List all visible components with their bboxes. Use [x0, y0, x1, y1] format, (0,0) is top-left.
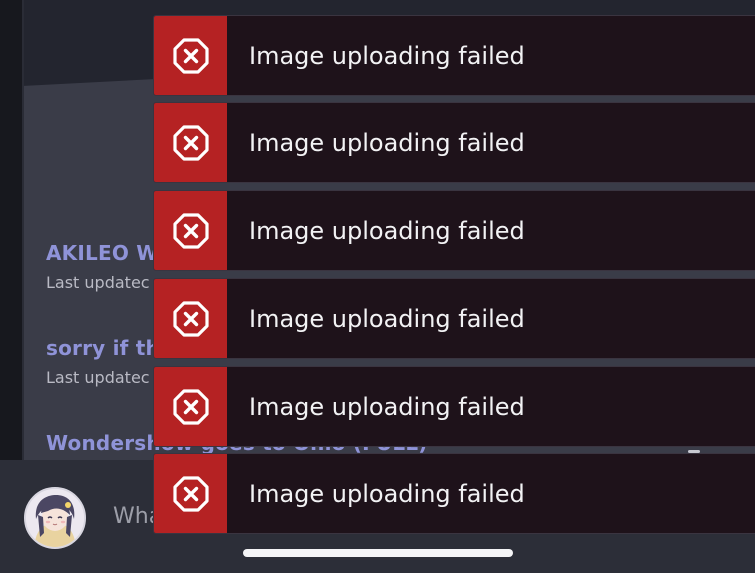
toast-icon-box: [154, 367, 227, 446]
error-octagon-icon: [172, 388, 209, 425]
toast-icon-box: [154, 191, 227, 270]
error-toast[interactable]: Image uploading failed: [153, 102, 755, 183]
error-toast[interactable]: Image uploading failed: [153, 453, 755, 534]
toast-message: Image uploading failed: [249, 128, 525, 157]
error-toast[interactable]: Image uploading failed: [153, 15, 755, 96]
thread-item[interactable]: sorry if th Last updatec: [46, 336, 160, 387]
thread-title[interactable]: sorry if th: [46, 336, 160, 360]
error-toast[interactable]: Image uploading failed: [153, 366, 755, 447]
error-octagon-icon: [172, 124, 209, 161]
thread-last-updated: Last updatec: [46, 273, 150, 292]
toast-message: Image uploading failed: [249, 41, 525, 70]
error-octagon-icon: [172, 475, 209, 512]
avatar-image: [26, 489, 84, 547]
error-toast[interactable]: Image uploading failed: [153, 278, 755, 359]
avatar[interactable]: [24, 487, 86, 549]
error-octagon-icon: [172, 212, 209, 249]
panel-divider: [22, 0, 24, 460]
home-indicator[interactable]: [243, 549, 513, 557]
thread-item[interactable]: AKILEO WI Last updatec: [46, 241, 166, 292]
toast-icon-box: [154, 454, 227, 533]
left-rail: [0, 0, 22, 460]
thread-last-updated: Last updatec: [46, 368, 150, 387]
toast-message: Image uploading failed: [249, 216, 525, 245]
error-toast[interactable]: Image uploading failed: [153, 190, 755, 271]
toast-icon-box: [154, 279, 227, 358]
app-screen: AKILEO WI Last updatec sorry if th Last …: [0, 0, 755, 573]
toast-icon-box: [154, 16, 227, 95]
toast-message: Image uploading failed: [249, 479, 525, 508]
toast-message: Image uploading failed: [249, 304, 525, 333]
toast-icon-box: [154, 103, 227, 182]
error-octagon-icon: [172, 300, 209, 337]
thread-title[interactable]: AKILEO WI: [46, 241, 166, 265]
toast-message: Image uploading failed: [249, 392, 525, 421]
error-octagon-icon: [172, 37, 209, 74]
